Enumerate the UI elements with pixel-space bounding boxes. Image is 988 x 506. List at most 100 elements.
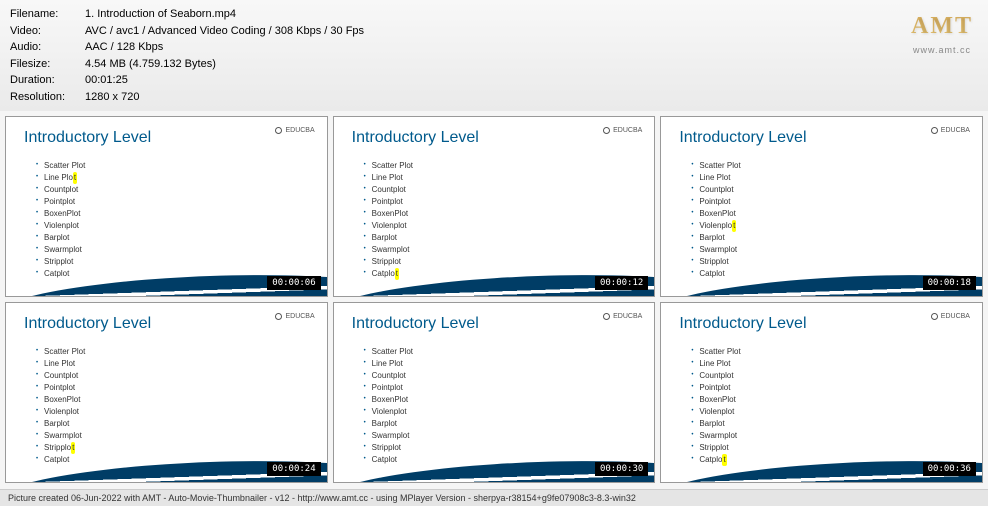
timestamp: 00:00:24 [267,462,320,476]
list-item: Line Plot [36,172,327,184]
list-item: Pointplot [691,382,982,394]
timestamp: 00:00:12 [595,276,648,290]
list-item: Pointplot [364,196,655,208]
list-item: Violenplot [691,406,982,418]
list-item: Barplot [364,232,655,244]
audio-label: Audio: [10,39,85,56]
list-item: Swarmplot [691,430,982,442]
slide-list: Scatter PlotLine PlotCountplotPointplotB… [6,155,327,280]
brand-badge: EDUCBA [931,127,970,134]
list-item: Scatter Plot [691,346,982,358]
list-item: Swarmplot [364,430,655,442]
timestamp: 00:00:18 [923,276,976,290]
timestamp: 00:00:36 [923,462,976,476]
list-item: BoxenPlot [364,208,655,220]
list-item: BoxenPlot [691,394,982,406]
brand-text: EDUCBA [941,127,970,134]
brand-icon [603,127,610,134]
slide-list: Scatter PlotLine PlotCountplotPointplotB… [334,341,655,466]
audio-value: AAC / 128 Kbps [85,39,163,56]
list-item: Line Plot [691,172,982,184]
brand-badge: EDUCBA [275,127,314,134]
list-item-text: Stripplo [44,443,71,452]
timestamp: 00:00:30 [595,462,648,476]
slide-title: Introductory Level [661,303,982,341]
slide-title: Introductory Level [334,117,655,155]
list-item: Countplot [36,184,327,196]
timestamp: 00:00:06 [267,276,320,290]
brand-badge: EDUCBA [603,127,642,134]
thumbnail-2[interactable]: EDUCBAIntroductory Level Scatter PlotLine… [333,116,656,297]
list-item: Scatter Plot [364,160,655,172]
brand-text: EDUCBA [613,313,642,320]
brand-badge: EDUCBA [603,313,642,320]
list-item: Barplot [36,232,327,244]
list-item-text: Line Plo [44,173,73,182]
filesize-value: 4.54 MB (4.759.132 Bytes) [85,56,216,73]
filename-label: Filename: [10,6,85,23]
list-item: Violenplot [364,220,655,232]
list-item: Scatter Plot [36,160,327,172]
list-item: Pointplot [691,196,982,208]
brand-text: EDUCBA [613,127,642,134]
brand-badge: EDUCBA [931,313,970,320]
slide-title: Introductory Level [334,303,655,341]
brand-icon [275,127,282,134]
thumbnail-4[interactable]: EDUCBAIntroductory Level Scatter PlotLine… [5,302,328,483]
list-item: Countplot [36,370,327,382]
list-item: Countplot [364,370,655,382]
brand-icon [603,313,610,320]
cursor-highlight: t [71,442,75,454]
list-item: Countplot [364,184,655,196]
list-item: Line Plot [364,172,655,184]
cursor-highlight: t [73,172,77,184]
list-item: Stripplot [364,442,655,454]
thumbnail-5[interactable]: EDUCBAIntroductory LevelScatter PlotLine… [333,302,656,483]
slide-title: Introductory Level [661,117,982,155]
list-item-text: Catplo [699,455,722,464]
brand-icon [931,313,938,320]
amt-url: www.amt.cc [911,44,973,58]
video-label: Video: [10,23,85,40]
list-item: Violenplot [364,406,655,418]
list-item: Scatter Plot [36,346,327,358]
duration-value: 00:01:25 [85,72,128,89]
brand-icon [931,127,938,134]
list-item: Stripplot [691,256,982,268]
list-item: BoxenPlot [36,394,327,406]
brand-icon [275,313,282,320]
list-item: Line Plot [364,358,655,370]
thumbnail-1[interactable]: EDUCBAIntroductory LevelScatter PlotLine… [5,116,328,297]
thumbnail-3[interactable]: EDUCBAIntroductory Level Scatter PlotLine… [660,116,983,297]
list-item: Countplot [691,370,982,382]
video-value: AVC / avc1 / Advanced Video Coding / 308… [85,23,364,40]
list-item: Swarmplot [691,244,982,256]
slide-list: Scatter PlotLine PlotCountplotPointplotB… [6,341,327,466]
slide-list: Scatter PlotLine PlotCountplotPointplotB… [661,341,982,466]
list-item: Pointplot [36,196,327,208]
info-header: Filename:1. Introduction of Seaborn.mp4 … [0,0,988,111]
list-item: Violenplot [691,220,982,232]
thumbnail-6[interactable]: EDUCBAIntroductory LevelScatter PlotLine… [660,302,983,483]
list-item: Stripplot [36,256,327,268]
list-item: Swarmplot [36,244,327,256]
cursor-highlight: t [395,268,399,280]
list-item: BoxenPlot [691,208,982,220]
resolution-value: 1280 x 720 [85,89,139,106]
list-item: Pointplot [36,382,327,394]
slide-list: Scatter PlotLine PlotCountplotPointplotB… [334,155,655,280]
brand-text: EDUCBA [285,127,314,134]
list-item: Line Plot [36,358,327,370]
list-item: Countplot [691,184,982,196]
list-item: BoxenPlot [36,208,327,220]
cursor-highlight: t [732,220,736,232]
amt-logo-text: AMT [911,8,973,44]
list-item: Stripplot [691,442,982,454]
list-item: Barplot [36,418,327,430]
resolution-label: Resolution: [10,89,85,106]
list-item: Scatter Plot [691,160,982,172]
slide-title: Introductory Level [6,303,327,341]
brand-badge: EDUCBA [275,313,314,320]
list-item: Line Plot [691,358,982,370]
amt-logo: AMT www.amt.cc [911,8,973,58]
